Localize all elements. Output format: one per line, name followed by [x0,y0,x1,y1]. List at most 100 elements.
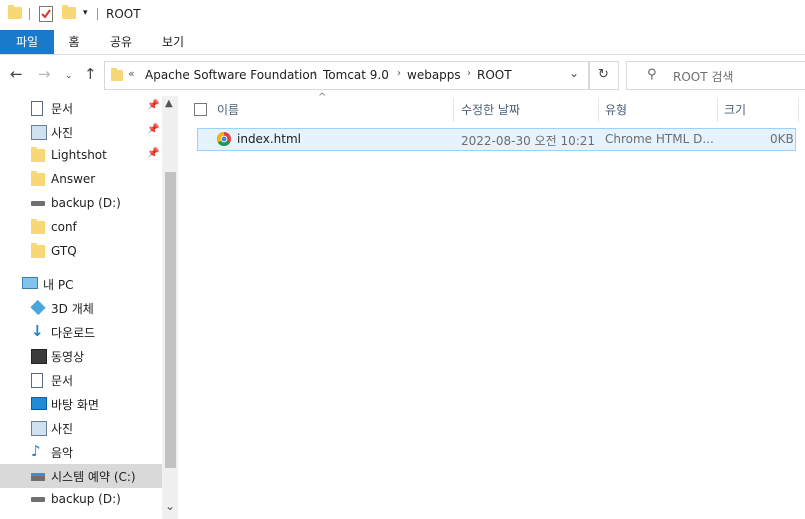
sidebar-item-videos[interactable]: 동영상 [0,344,162,368]
desktop-icon [31,397,47,410]
column-divider[interactable] [453,98,454,122]
column-header-type[interactable]: 유형 [605,101,627,121]
tab-share[interactable]: 공유 [102,30,140,54]
sidebar-item-music[interactable]: ♪ 음악 [0,440,162,464]
file-modified: 2022-08-30 오전 10:21 [461,134,596,148]
sidebar-item-label: 음악 [51,446,74,460]
sidebar-item-conf[interactable]: conf [0,216,162,240]
search-box[interactable]: ⚲ ROOT 검색 [626,61,805,90]
sidebar-item-desktop[interactable]: 바탕 화면 [0,392,162,416]
column-header-name[interactable]: 이름 [217,101,239,121]
file-size: 0KB [770,132,794,146]
sidebar-item-gtq[interactable]: GTQ [0,240,162,264]
sidebar-item-label: 동영상 [51,350,85,364]
pictures-icon [31,125,47,140]
column-divider[interactable] [598,98,599,122]
refresh-icon: ↻ [598,67,609,82]
scroll-down-icon[interactable]: ⌄ [165,499,175,513]
chevron-right-icon[interactable]: › [397,68,401,79]
sidebar-item-label: 사진 [51,126,74,140]
sidebar-item-this-pc[interactable]: 내 PC [0,272,162,296]
sidebar-item-pictures-pc[interactable]: 사진 [0,416,162,440]
pin-icon: 📌 [147,100,160,111]
new-folder-icon[interactable] [62,5,76,19]
breadcrumb-apache[interactable]: Apache Software Foundation [145,68,317,82]
sidebar-item-label: GTQ [51,244,77,258]
folder-icon [31,219,45,234]
sidebar-item-system-c[interactable]: 시스템 예약 (C:) [0,464,162,488]
address-dropdown-icon[interactable]: ⌄ [569,66,579,80]
folder-icon [31,243,45,258]
sidebar-item-pictures[interactable]: 사진 📌 [0,120,162,144]
tab-view[interactable]: 보기 [154,30,192,54]
breadcrumb-root[interactable]: ROOT [477,68,512,82]
refresh-button[interactable]: ↻ [589,61,619,90]
window-title: ROOT [106,7,141,21]
sidebar-item-downloads[interactable]: ↓ 다운로드 [0,320,162,344]
sidebar-item-answer[interactable]: Answer [0,168,162,192]
back-icon[interactable]: ← [10,66,23,82]
folder-icon [8,5,22,19]
chevron-right-icon[interactable]: › [313,68,317,79]
toolbar-divider [29,8,30,20]
sidebar-item-label: 바탕 화면 [51,398,99,412]
select-all-checkbox[interactable] [194,103,207,116]
sidebar-item-documents-pc[interactable]: 문서 [0,368,162,392]
address-bar[interactable]: « Apache Software Foundation › Tomcat 9.… [104,61,589,90]
scroll-up-icon[interactable]: ▲ [165,98,173,109]
drive-icon [31,201,45,206]
title-bar: ▾ ROOT [0,0,805,30]
toolbar-divider [97,8,98,20]
breadcrumb-webapps[interactable]: webapps [407,68,461,82]
search-placeholder: ROOT 검색 [673,70,734,84]
tab-home[interactable]: 홈 [58,30,90,54]
chrome-icon [217,132,231,146]
sidebar-item-documents[interactable]: 문서 📌 [0,96,162,120]
folder-icon [111,68,123,81]
chevron-right-icon[interactable]: › [467,68,471,79]
pin-icon: 📌 [147,148,160,159]
sidebar-item-label: 내 PC [43,278,74,292]
column-header-modified[interactable]: 수정한 날짜 [461,101,520,121]
pin-icon: 📌 [147,124,160,135]
properties-icon[interactable] [39,6,53,22]
download-icon: ↓ [31,322,44,340]
sidebar-item-label: 시스템 예약 (C:) [51,470,136,484]
column-header-size[interactable]: 크기 [724,101,746,121]
sidebar-item-backup-d[interactable]: backup (D:) [0,192,162,216]
sidebar-item-label: conf [51,220,77,234]
document-icon [31,373,43,388]
file-list-pane [178,96,805,519]
folder-icon [31,171,45,186]
sidebar-item-label: 사진 [51,422,74,436]
sidebar-item-label: Lightshot [51,148,107,162]
quick-access-dropdown-icon[interactable]: ▾ [83,8,88,18]
sidebar-item-label: 문서 [51,374,74,388]
sidebar-item-label: backup (D:) [51,196,121,210]
recent-locations-icon[interactable]: ⌄ [65,68,73,84]
breadcrumb-tomcat[interactable]: Tomcat 9.0 [323,68,389,82]
sort-ascending-icon: ^ [318,92,327,103]
tab-file[interactable]: 파일 [0,30,54,54]
sidebar-item-label: 문서 [51,102,74,116]
table-row[interactable]: index.html 2022-08-30 오전 10:21 Chrome HT… [197,128,796,151]
drive-icon [31,497,45,502]
ribbon-tabs: 파일 홈 공유 보기 [0,30,805,55]
scrollbar-thumb[interactable] [165,172,176,468]
forward-icon[interactable]: → [38,66,51,82]
column-divider[interactable] [798,98,799,122]
music-icon: ♪ [31,442,41,460]
breadcrumb-overflow[interactable]: « [128,67,135,80]
sidebar-item-label: 다운로드 [51,326,96,340]
video-icon [31,349,47,364]
folder-icon [31,147,45,162]
sidebar-item-backup-d-pc[interactable]: backup (D:) [0,488,162,512]
sidebar-item-label: Answer [51,172,96,186]
sidebar-item-lightshot[interactable]: Lightshot 📌 [0,144,162,168]
search-icon: ⚲ [647,67,657,82]
sidebar-item-3d-objects[interactable]: 3D 개체 [0,296,162,320]
system-drive-icon [31,473,45,481]
up-icon[interactable]: ↑ [84,66,97,82]
3d-objects-icon [30,299,46,316]
column-divider[interactable] [717,98,718,122]
